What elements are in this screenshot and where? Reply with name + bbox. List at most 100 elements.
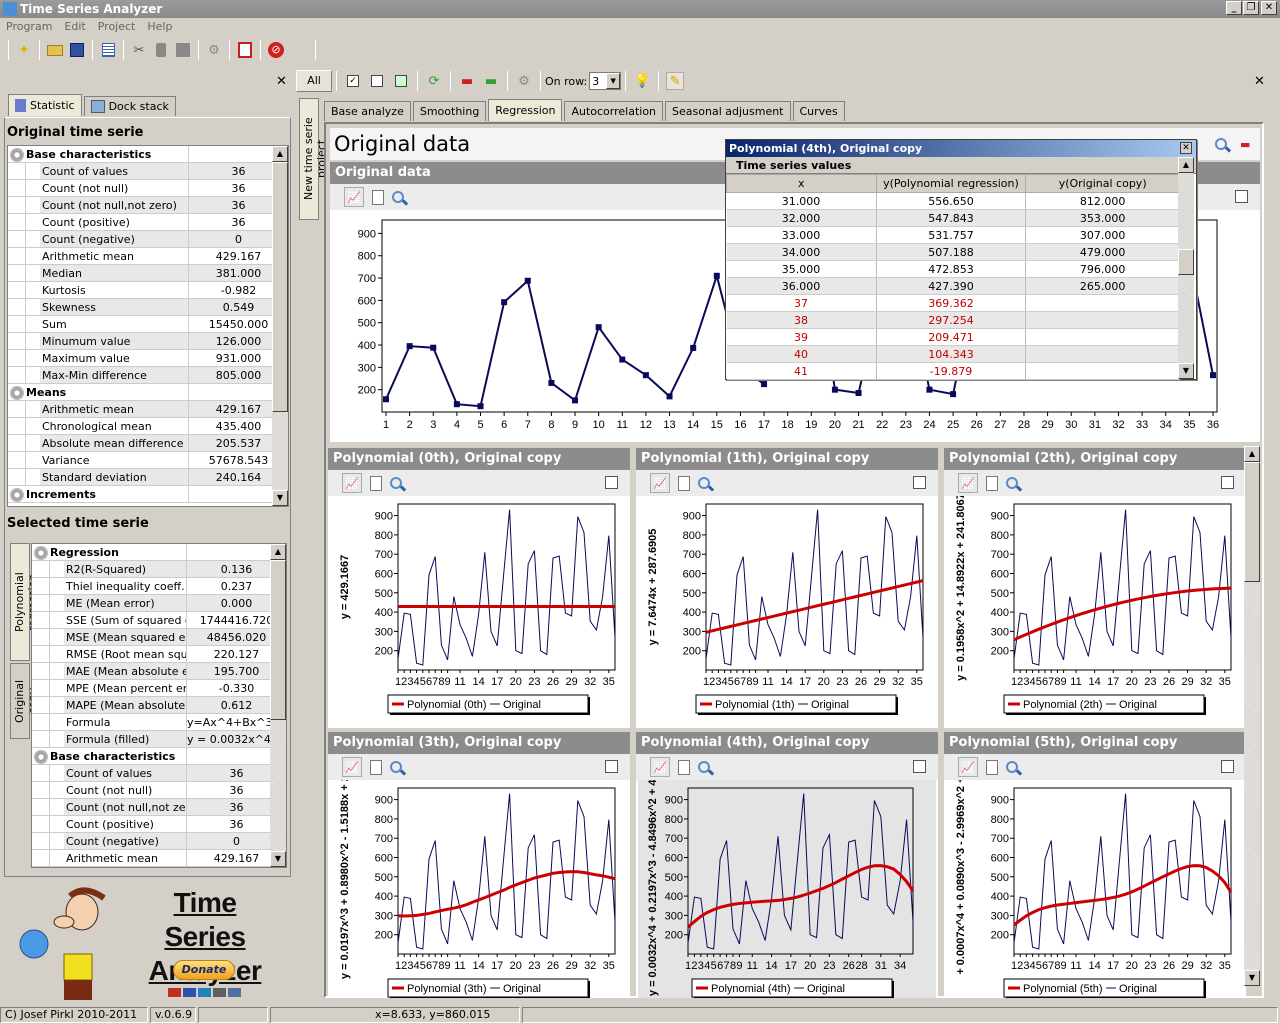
data-point[interactable] (1210, 372, 1216, 379)
zoom-icon[interactable] (698, 761, 710, 773)
regression-chart[interactable]: y = 0.0197x^3 + 0.8980x^2 - 1.5188x + 29… (328, 763, 630, 998)
grid-row[interactable]: Formula (filled)y = 0.0032x^4 + 0.2197x^… (32, 731, 286, 748)
grid-row[interactable]: Arithmetic mean 429.167 (8, 401, 288, 418)
panel-checkbox[interactable] (913, 476, 926, 489)
menu-help[interactable]: Help (147, 20, 172, 33)
copy-icon[interactable] (153, 41, 169, 59)
donate-button[interactable]: Donate (173, 960, 235, 980)
tab-smoothing[interactable]: Smoothing (412, 101, 487, 121)
scroll-up-button[interactable]: ▲ (1244, 446, 1260, 462)
grid-row[interactable]: Count (negative) 0 (32, 833, 286, 850)
document-icon[interactable] (678, 759, 690, 775)
chart-view-icon[interactable]: 📈 (342, 757, 362, 777)
table-row[interactable]: 40 104.343 (726, 345, 1180, 363)
grid-category[interactable]: Regression (32, 544, 286, 561)
on-row-select[interactable]: 3 ▼ (589, 72, 622, 90)
grid-row[interactable]: Minumum value 126.000 (8, 333, 288, 350)
check-all-icon[interactable]: ✓ (344, 72, 362, 90)
grid-row[interactable]: ME (Mean error) 0.000 (32, 595, 286, 612)
tab-autocorrelation[interactable]: Autocorrelation (564, 101, 664, 121)
grid-row[interactable]: Count (negative) 0 (8, 231, 288, 248)
lightbulb-icon[interactable]: 💡 (633, 72, 651, 90)
scroll-up-button[interactable]: ▲ (272, 146, 288, 162)
tab-curves[interactable]: Curves (792, 101, 845, 121)
regression-chart[interactable]: y = 0.1958x^2 + 14.8922x + 241.8067 200 30… (944, 493, 1246, 726)
data-point[interactable] (572, 397, 579, 404)
menu-edit[interactable]: Edit (64, 20, 85, 33)
scroll-thumb[interactable] (272, 162, 288, 412)
grid-row[interactable]: Kurtosis -0.982 (8, 282, 288, 299)
scroll-down-button[interactable]: ▼ (1178, 363, 1194, 379)
table-row[interactable]: 32.000 547.843 353.000 (726, 209, 1180, 227)
document-icon[interactable] (370, 475, 382, 491)
data-point[interactable] (595, 324, 602, 331)
panel-checkbox[interactable] (1221, 760, 1234, 773)
data-point[interactable] (477, 403, 484, 410)
scroll-up-button[interactable]: ▲ (1178, 157, 1194, 173)
scroll-thumb[interactable] (1244, 462, 1260, 582)
data-point[interactable] (855, 390, 862, 397)
grid-row[interactable]: Sum 15450.000 (8, 316, 288, 333)
chart-view-icon[interactable]: 📈 (958, 473, 978, 493)
document-icon[interactable] (370, 759, 382, 775)
scroll-up-button[interactable]: ▲ (270, 544, 286, 560)
grid-category[interactable]: Means (8, 384, 288, 401)
grid-row[interactable]: SSE (Sum of squared er 1744416.720 (32, 612, 286, 629)
document-icon[interactable] (678, 475, 690, 491)
grid-row[interactable]: Count (positive) 36 (8, 214, 288, 231)
grid-row[interactable]: Median 381.000 (8, 265, 288, 282)
table-row[interactable]: 35.000 472.853 796.000 (726, 260, 1180, 278)
data-point[interactable] (950, 391, 957, 398)
data-point[interactable] (761, 381, 768, 388)
grid-row[interactable]: Count (not null) 36 (32, 782, 286, 799)
panel-checkbox[interactable] (1235, 190, 1248, 203)
table-row[interactable]: 36.000 427.390 265.000 (726, 277, 1180, 295)
document-icon[interactable] (372, 189, 384, 205)
grid-category[interactable]: Base characteristics (8, 146, 288, 163)
grid-row[interactable]: Chronological mean 435.400 (8, 418, 288, 435)
panel-checkbox[interactable] (1221, 476, 1234, 489)
cut-icon[interactable]: ✂ (131, 41, 147, 59)
grid-row[interactable]: RMSE (Root mean squar 220.127 (32, 646, 286, 663)
add-row-icon[interactable]: ▬ (482, 72, 500, 90)
data-point[interactable] (926, 386, 933, 393)
data-point[interactable] (430, 344, 437, 351)
panel-checkbox[interactable] (605, 760, 618, 773)
grid-row[interactable]: MAPE (Mean absolute p 0.612 (32, 697, 286, 714)
tab-statistic[interactable]: Statistic (8, 94, 82, 116)
zoom-icon[interactable] (1006, 761, 1018, 773)
popup-title-bar[interactable]: Polynomial (4th), Original copy ✕ (726, 140, 1196, 157)
data-point[interactable] (831, 386, 838, 393)
regression-chart[interactable]: y = 429.16672003004005006007008009001 2 3 4… (328, 496, 630, 726)
open-icon[interactable] (47, 41, 63, 59)
grid-row[interactable]: Thiel inequality coeff. 0.237 (32, 578, 286, 595)
pdf-icon[interactable] (237, 41, 253, 59)
column-header[interactable]: y(Polynomial regression) (875, 174, 1027, 193)
zoom-icon[interactable] (1215, 138, 1227, 150)
stop-icon[interactable]: ⊘ (268, 41, 284, 59)
document-icon[interactable] (986, 475, 998, 491)
original-grid-scrollbar[interactable]: ▲ ▼ (272, 146, 288, 506)
settings-icon[interactable]: ⚙ (206, 41, 222, 59)
data-point[interactable] (524, 277, 531, 284)
data-point[interactable] (453, 401, 460, 408)
add-chart-icon[interactable] (392, 72, 410, 90)
regression-chart[interactable]: + 0.0007x^4 + 0.0890x^3 - 2.9969x^2 + 3 2… (944, 767, 1246, 998)
grid-row[interactable]: Absolute mean difference 205.537 (8, 435, 288, 452)
data-point[interactable] (713, 272, 720, 279)
close-window-button[interactable]: ✕ (1261, 1, 1277, 15)
grid-row[interactable]: Count (positive) 36 (32, 816, 286, 833)
grid-row[interactable]: Max-Min difference 805.000 (8, 367, 288, 384)
data-point[interactable] (642, 372, 649, 379)
settings-icon[interactable]: ⚙ (515, 72, 533, 90)
selected-grid-scrollbar[interactable]: ▲ ▼ (270, 544, 286, 867)
zoom-icon[interactable] (390, 761, 402, 773)
popup-scrollbar[interactable]: ▲ ▼ (1178, 157, 1194, 379)
remove-row-icon[interactable]: ▬ (1240, 138, 1250, 151)
minimize-button[interactable]: _ (1226, 1, 1242, 15)
zoom-icon[interactable] (392, 191, 404, 203)
column-header[interactable]: y(Original copy) (1025, 174, 1180, 193)
chart-view-icon[interactable]: 📈 (650, 757, 670, 777)
grid-category[interactable]: Increments (8, 486, 288, 503)
grid-category[interactable]: Base characteristics (32, 748, 286, 765)
